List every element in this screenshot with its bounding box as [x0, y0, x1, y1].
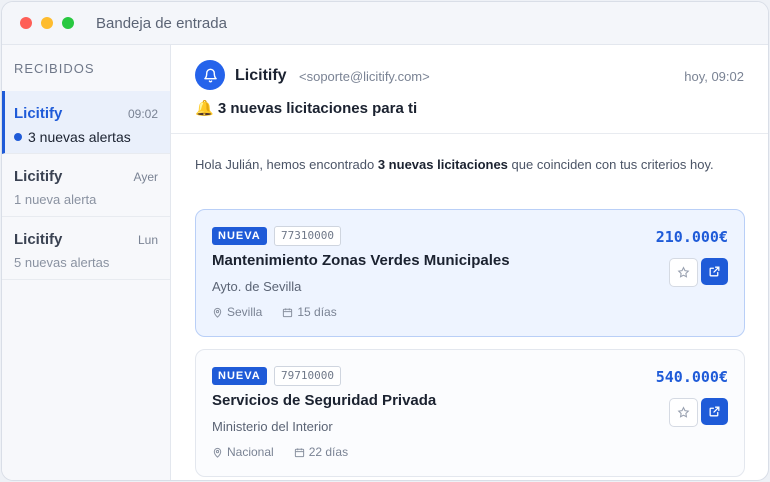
message-header: Licitify <soporte@licitify.com> hoy, 09:…: [171, 45, 768, 134]
item-time: 09:02: [127, 107, 158, 121]
item-summary: 3 nuevas alertas: [14, 129, 131, 145]
tender-deadline: 15 días: [297, 305, 337, 319]
mail-window: Bandeja de entrada RECIBIDOS Licitify 09…: [1, 1, 769, 481]
minimize-window-button[interactable]: [41, 17, 53, 29]
new-badge: NUEVA: [212, 227, 267, 245]
title-bar: Bandeja de entrada: [2, 2, 768, 45]
tender-title: Servicios de Seguridad Privada: [212, 392, 437, 409]
open-external-button[interactable]: [701, 398, 728, 425]
tender-organization: Ministerio del Interior: [212, 419, 333, 434]
favorite-button[interactable]: [669, 258, 698, 287]
star-icon: [677, 266, 690, 278]
close-window-button[interactable]: [20, 17, 32, 29]
external-link-icon: [709, 406, 720, 417]
sidebar-heading: RECIBIDOS: [14, 61, 95, 76]
tender-title: Mantenimiento Zonas Verdes Municipales: [212, 252, 510, 269]
tender-location: Nacional: [227, 445, 274, 459]
maximize-window-button[interactable]: [62, 17, 74, 29]
inbox-item[interactable]: Licitify Lun 5 nuevas alertas: [2, 217, 170, 280]
external-link-icon: [709, 266, 720, 277]
tender-meta: Nacional 22 días: [212, 445, 348, 459]
sender-name: Licitify: [14, 231, 63, 248]
tender-card[interactable]: NUEVA 79710000 540.000€ Servicios de Seg…: [195, 349, 745, 477]
cpv-code: 77310000: [274, 226, 341, 246]
inbox-sidebar: RECIBIDOS Licitify 09:02 3 nuevas alerta…: [2, 45, 171, 480]
tender-price: 540.000€: [655, 368, 728, 386]
message-view: Licitify <soporte@licitify.com> hoy, 09:…: [171, 45, 768, 480]
inbox-item[interactable]: Licitify 09:02 3 nuevas alertas: [2, 91, 170, 154]
calendar-icon: [283, 307, 293, 317]
sender-name: Licitify: [235, 67, 287, 84]
sender-name: Licitify: [14, 168, 63, 185]
tender-organization: Ayto. de Sevilla: [212, 279, 302, 294]
calendar-icon: [294, 447, 304, 457]
item-summary: 1 nueva alerta: [14, 192, 97, 207]
item-time: Ayer: [133, 170, 158, 184]
bell-icon: [203, 68, 217, 82]
message-intro: Hola Julián, hemos encontrado 3 nuevas l…: [195, 157, 714, 172]
location-pin-icon: [213, 447, 222, 458]
bell-emoji-icon: 🔔: [195, 100, 214, 117]
tender-location: Sevilla: [227, 305, 263, 319]
message-time: hoy, 09:02: [684, 69, 744, 84]
window-title: Bandeja de entrada: [96, 15, 227, 32]
tender-price: 210.000€: [655, 228, 728, 246]
item-summary: 5 nuevas alertas: [14, 255, 110, 270]
new-badge: NUEVA: [212, 367, 267, 385]
inbox-item[interactable]: Licitify Ayer 1 nueva alerta: [2, 154, 170, 217]
sender-email: <soporte@licitify.com>: [299, 69, 430, 84]
location-pin-icon: [213, 307, 222, 318]
favorite-button[interactable]: [669, 398, 698, 427]
cpv-code: 79710000: [274, 366, 341, 386]
open-external-button[interactable]: [701, 258, 728, 285]
sender-name: Licitify: [14, 105, 63, 122]
tender-meta: Sevilla 15 días: [212, 305, 337, 319]
message-subject: 🔔 3 nuevas licitaciones para ti: [195, 100, 418, 117]
tender-card[interactable]: NUEVA 77310000 210.000€ Mantenimiento Zo…: [195, 209, 745, 337]
item-time: Lun: [137, 233, 158, 247]
star-icon: [677, 406, 690, 418]
unread-dot-icon: [14, 133, 22, 142]
tender-deadline: 22 días: [308, 445, 349, 459]
avatar: [195, 60, 225, 90]
